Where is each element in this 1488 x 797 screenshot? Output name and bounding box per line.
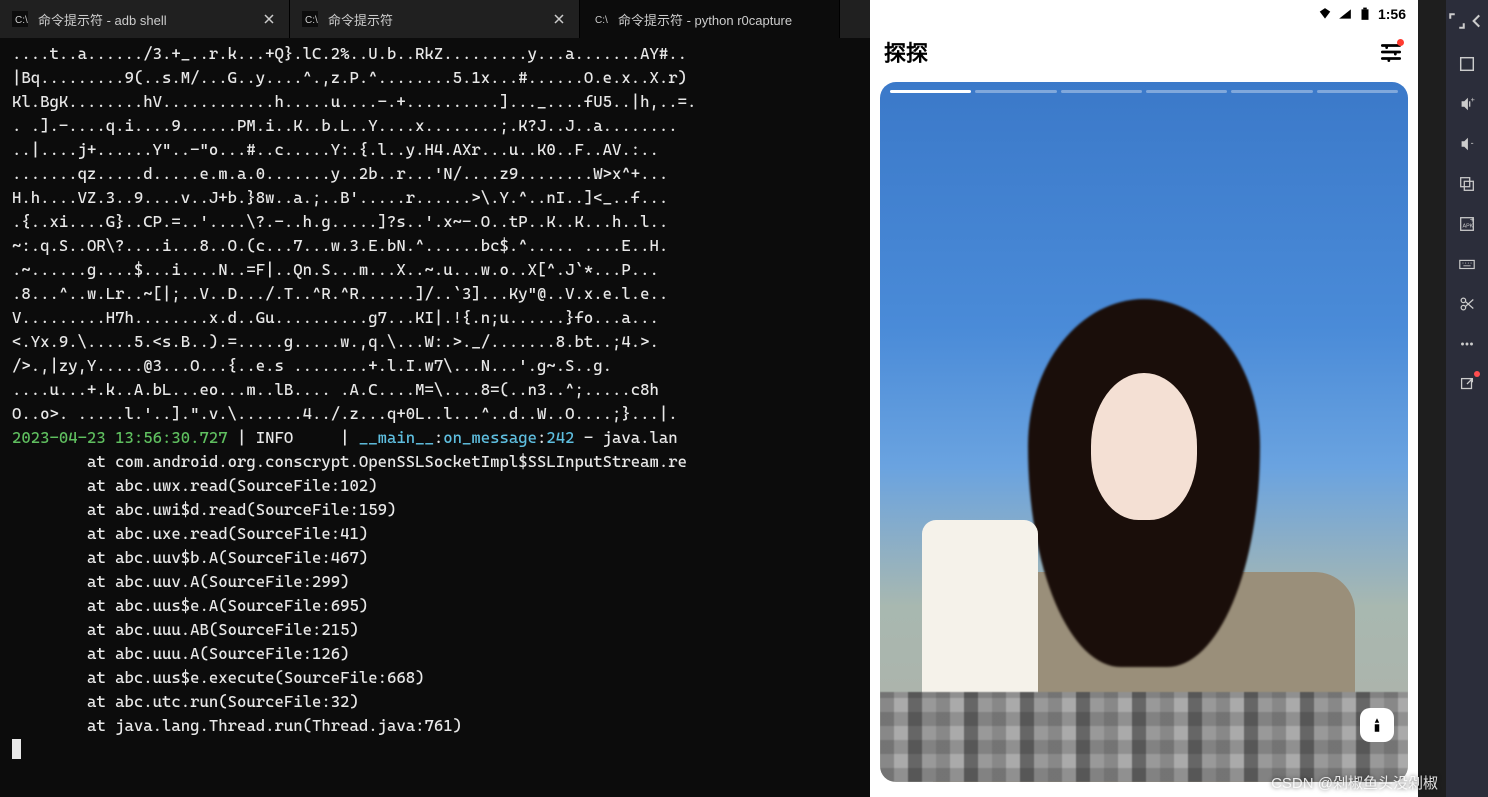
stack-line: at com.android.org.conscrypt.OpenSSLSock… (87, 452, 687, 471)
stack-line: at java.lang.Thread.run(Thread.java:761) (87, 716, 462, 735)
tab-python[interactable]: C:\ 命令提示符 - python r0capture (580, 0, 840, 38)
svg-text:+: + (1471, 95, 1475, 104)
svg-text:+: + (1470, 215, 1475, 224)
tab-title: 命令提示符 - python r0capture (618, 10, 792, 29)
notification-dot (1474, 371, 1480, 377)
notification-dot (1397, 39, 1404, 46)
stack-line: at abc.uuv$b.A(SourceFile:467) (87, 548, 368, 567)
keyboard-icon[interactable] (1455, 252, 1479, 276)
app-header: 探探 (870, 28, 1418, 76)
volume-up-icon[interactable]: + (1455, 92, 1479, 116)
more-icon[interactable] (1455, 332, 1479, 356)
filter-icon[interactable] (1378, 39, 1404, 65)
log-lineno: 242 (546, 428, 574, 447)
status-time: 1:56 (1378, 6, 1406, 22)
app-title: 探探 (884, 36, 928, 68)
volume-down-icon[interactable]: - (1455, 132, 1479, 156)
terminal-output[interactable]: ....t..a....../3.+_..r.k...+Q}.lC.2%..U.… (0, 38, 870, 797)
apk-install-icon[interactable]: APK+ (1455, 212, 1479, 236)
log-level: INFO (256, 428, 294, 447)
log-func: on_message (443, 428, 537, 447)
watermark: CSDN @剁椒鱼头没剁椒 (1271, 772, 1438, 793)
cmd-icon: C:\ (592, 11, 608, 27)
stack-line: at abc.utc.run(SourceFile:32) (87, 692, 359, 711)
profile-card[interactable] (880, 82, 1408, 782)
terminal-pane: C:\ 命令提示符 - adb shell C:\ 命令提示符 C:\ 命令提示… (0, 0, 870, 797)
stack-line: at abc.uxe.read(SourceFile:41) (87, 524, 368, 543)
story-progress (890, 90, 1398, 93)
log-msg: java.lan (603, 428, 678, 447)
svg-text:C:\: C:\ (15, 15, 28, 26)
phone-mirror-pane[interactable]: 1:56 探探 (870, 0, 1418, 797)
stack-line: at abc.uwx.read(SourceFile:102) (87, 476, 378, 495)
hex-dump: ....t..a....../3.+_..r.k...+Q}.lC.2%..U.… (12, 44, 696, 423)
log-module: __main__ (359, 428, 434, 447)
svg-text:APK: APK (1463, 224, 1474, 230)
fullscreen-icon[interactable] (1455, 52, 1479, 76)
stack-line: at abc.uuv.A(SourceFile:299) (87, 572, 350, 591)
recent-apps-icon[interactable] (1455, 172, 1479, 196)
tab-title: 命令提示符 (328, 10, 393, 29)
share-icon[interactable] (1455, 372, 1479, 396)
stack-line: at abc.uuu.AB(SourceFile:215) (87, 620, 359, 639)
close-icon[interactable] (261, 11, 277, 27)
censored-overlay (880, 692, 1408, 782)
tab-cmd[interactable]: C:\ 命令提示符 (290, 0, 580, 38)
stack-line: at abc.uuu.A(SourceFile:126) (87, 644, 350, 663)
expand-icon[interactable] (1448, 12, 1466, 30)
close-icon[interactable] (551, 11, 567, 27)
battery-icon (1358, 7, 1372, 21)
wifi-icon (1318, 7, 1332, 21)
signal-icon (1338, 7, 1352, 21)
stack-line: at abc.uwi$d.read(SourceFile:159) (87, 500, 396, 519)
emulator-toolbar: + - APK+ (1446, 0, 1488, 797)
svg-text:C:\: C:\ (595, 15, 608, 26)
log-timestamp: 2023-04-23 13:56:30.727 (12, 428, 228, 447)
chevron-left-icon[interactable] (1468, 12, 1486, 30)
stack-line: at abc.uus$e.execute(SourceFile:668) (87, 668, 425, 687)
tab-bar: C:\ 命令提示符 - adb shell C:\ 命令提示符 C:\ 命令提示… (0, 0, 870, 38)
stack-line: at abc.uus$e.A(SourceFile:695) (87, 596, 368, 615)
card-action-button[interactable] (1360, 708, 1394, 742)
status-bar: 1:56 (870, 0, 1418, 28)
cursor (12, 739, 21, 759)
svg-text:-: - (1471, 138, 1474, 148)
svg-text:C:\: C:\ (305, 15, 318, 26)
cmd-icon: C:\ (12, 11, 28, 27)
cmd-icon: C:\ (302, 11, 318, 27)
tab-adb-shell[interactable]: C:\ 命令提示符 - adb shell (0, 0, 290, 38)
tab-title: 命令提示符 - adb shell (38, 10, 167, 29)
scissors-icon[interactable] (1455, 292, 1479, 316)
